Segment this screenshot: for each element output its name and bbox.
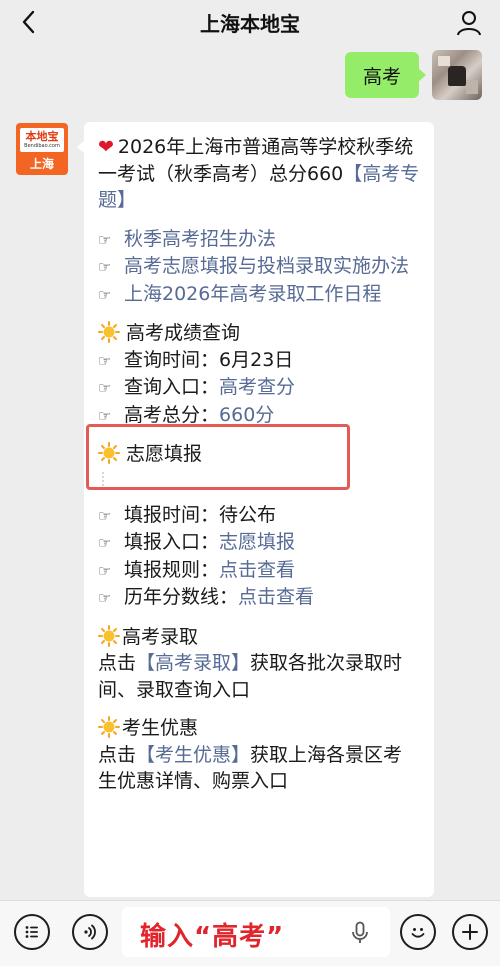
user-icon: [457, 11, 481, 36]
pointing-hand-icon: ☞: [98, 589, 112, 607]
discount-link[interactable]: 【考生优惠】: [136, 744, 250, 766]
discount-text: 点击【考生优惠】获取上海各景区考生优惠详情、购票入口: [98, 743, 403, 793]
volunteer-section-heading: 志愿填报: [98, 441, 420, 468]
pointing-hand-icon: ☞: [98, 506, 112, 525]
pointing-hand-icon: ☞: [98, 534, 112, 552]
pointing-hand-icon: ☞: [98, 561, 112, 580]
voice-wave-icon: [84, 924, 96, 940]
outgoing-message-text: 高考: [362, 65, 401, 88]
outgoing-message-bubble[interactable]: 高考: [345, 52, 426, 98]
volunteer-row: ☞ 填报时间：待公布: [98, 502, 420, 530]
pointing-hand-icon: ☞: [98, 230, 112, 249]
message-input[interactable]: 输入“高考”: [122, 907, 390, 957]
pointing-hand-icon: ☞: [98, 406, 112, 425]
avatar-city-label: 上海: [29, 157, 54, 171]
emoji-button[interactable]: [400, 914, 436, 950]
volunteer-row: ☞ 填报入口：志愿填报: [98, 529, 420, 557]
score-lines-link[interactable]: 点击查看: [238, 586, 314, 608]
volunteer-entry-link[interactable]: 志愿填报: [219, 531, 295, 553]
chat-title: 上海本地宝: [200, 12, 300, 36]
admission-section-heading: 高考录取: [98, 624, 420, 651]
volunteer-row: ☞ 历年分数线：点击查看: [98, 584, 420, 612]
score-section-heading: 高考成绩查询: [98, 320, 420, 347]
admission-link[interactable]: 【高考录取】: [136, 652, 250, 674]
sun-icon: [98, 716, 120, 738]
profile-button[interactable]: [452, 6, 486, 40]
account-avatar[interactable]: 本地宝 Bendibao.com 上海: [16, 123, 68, 175]
link-item[interactable]: ☞ 秋季高考招生办法: [98, 226, 420, 254]
chat-header: 上海本地宝: [0, 0, 500, 46]
score-entry-row: ☞ 查询入口：高考查分: [98, 374, 420, 402]
menu-list-icon: [25, 926, 38, 938]
voice-input-button[interactable]: [72, 914, 108, 950]
emoji-icon: [411, 928, 425, 938]
message-intro: ❤ 2026年上海市普通高等学校秋季统一考试（秋季高考）总分660【高考专题】: [98, 136, 420, 211]
plus-icon: [462, 924, 478, 940]
sun-icon: [98, 442, 120, 464]
input-text: 输入“高考”: [140, 922, 285, 952]
my-avatar[interactable]: [432, 50, 482, 100]
total-score-link[interactable]: 660分: [219, 404, 274, 426]
microphone-icon[interactable]: [350, 921, 370, 945]
more-button[interactable]: [452, 914, 488, 950]
score-query-link[interactable]: 高考查分: [219, 376, 295, 398]
input-bar: 输入“高考”: [0, 900, 500, 966]
sun-icon: [98, 624, 120, 647]
pointing-hand-icon: ☞: [98, 351, 112, 370]
score-time-row: ☞ 查询时间：6月23日: [98, 347, 420, 375]
sun-icon: [98, 321, 120, 343]
menu-button[interactable]: [14, 914, 50, 950]
score-total-row: ☞ 高考总分：660分: [98, 402, 420, 430]
incoming-message-bubble: ❤ 2026年上海市普通高等学校秋季统一考试（秋季高考）总分660【高考专题】 ☞…: [77, 122, 434, 897]
admission-text: 点击【高考录取】获取各批次录取时间、录取查询入口: [98, 652, 403, 701]
heart-icon: ❤: [98, 136, 114, 158]
discount-section-heading: 考生优惠: [98, 715, 420, 742]
pointing-hand-icon: ☞: [98, 285, 112, 304]
link-item[interactable]: ☞ 上海2026年高考录取工作日程: [98, 281, 420, 309]
bendibao-logo: 本地宝 Bendibao.com: [20, 128, 64, 152]
pointing-hand-icon: ☞: [98, 379, 112, 397]
divider-dots: [102, 471, 106, 490]
volunteer-rules-link[interactable]: 点击查看: [219, 559, 295, 581]
pointing-hand-icon: ☞: [98, 258, 112, 276]
link-item[interactable]: ☞ 高考志愿填报与投档录取实施办法: [98, 253, 420, 281]
volunteer-row: ☞ 填报规则：点击查看: [98, 557, 420, 585]
